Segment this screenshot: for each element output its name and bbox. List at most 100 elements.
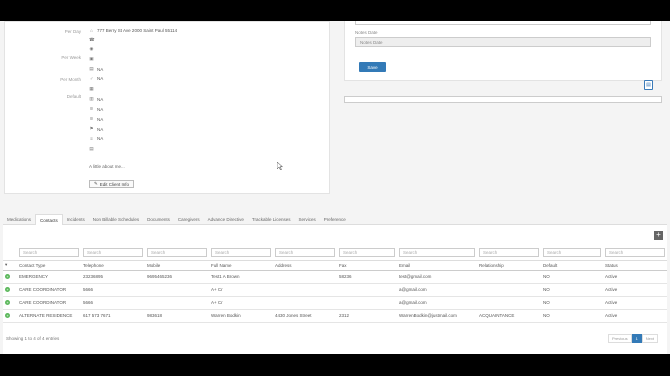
language-icon: ▤	[89, 66, 94, 71]
table-cell: A+ Cr	[209, 283, 273, 297]
table-cell: WarrenBodkin@justmail.com	[397, 309, 477, 323]
col-status[interactable]: Status	[603, 260, 667, 271]
search-email[interactable]: Search	[399, 247, 475, 257]
col-full-name[interactable]: Full Name	[209, 260, 273, 271]
entries-info: Showing 1 to 4 of 4 entries	[6, 336, 60, 341]
code-icon: ≡	[90, 136, 93, 141]
search-contact-type[interactable]: Search	[19, 247, 79, 257]
expand-row-icon[interactable]: +	[5, 287, 10, 292]
col-email[interactable]: Email	[397, 260, 477, 271]
table-row[interactable]: + CARE COORDINATOR 5666 A+ Cr a@gmail.com NO A…	[3, 283, 667, 297]
table-cell: a@gmail.com	[397, 296, 477, 310]
pdf-icon[interactable]: ▤	[644, 80, 653, 90]
table-cell: A+ Cr	[209, 296, 273, 310]
mouse-cursor-icon	[277, 162, 283, 170]
progress-box	[344, 96, 662, 103]
col-default[interactable]: Default	[541, 260, 603, 271]
add-contact-button[interactable]: +	[654, 231, 663, 240]
search-address[interactable]: Search	[275, 247, 335, 257]
gift-row: ▣	[89, 56, 94, 62]
table-row[interactable]: + ALTERNATE RESIDENCE 617 573 7671 983618 Wa…	[3, 309, 667, 323]
table-row[interactable]: + CARE COORDINATOR 5666 A+ Cr a@gmail.com NO A…	[3, 296, 667, 310]
page-1-button[interactable]: 1	[631, 334, 642, 343]
notes-date-label: Notes Date	[355, 30, 378, 35]
search-default[interactable]: Search	[543, 247, 601, 257]
table-cell: a@gmail.com	[397, 283, 477, 297]
notes-textarea[interactable]	[355, 21, 651, 25]
table-cell: test@gmail.com	[397, 270, 477, 284]
table-cell: 2312	[337, 309, 397, 323]
col-address[interactable]: Address	[273, 260, 337, 271]
search-mobile[interactable]: Search	[147, 247, 207, 257]
calendar-icon: ▦	[89, 86, 94, 91]
signal-row: ≋ NA	[89, 116, 104, 122]
save-button[interactable]: Save	[359, 62, 386, 72]
sort-icon: ▾	[3, 260, 17, 271]
id-card-icon: ▥	[89, 96, 94, 101]
table-cell: CARE COORDINATOR	[17, 296, 81, 310]
col-fax[interactable]: Fax	[337, 260, 397, 271]
gender-icon: ♂	[89, 76, 94, 81]
search-fax[interactable]: Search	[339, 247, 395, 257]
search-relationship[interactable]: Search	[479, 247, 539, 257]
edit-icon: ✎	[94, 181, 98, 186]
expand-row-icon[interactable]: +	[5, 300, 10, 305]
contacts-table: Search Search Search Search Search Searc…	[3, 245, 667, 323]
header-row: ▾ Contact Type Telephone Mobile Full Nam…	[3, 260, 667, 271]
tab-services[interactable]: Services	[295, 214, 320, 225]
search-telephone[interactable]: Search	[83, 247, 143, 257]
app-frame: Per Day Per Week Per Month Default ⌂ 777 …	[0, 21, 670, 354]
table-cell	[477, 270, 541, 284]
wifi-icon: ≋	[89, 106, 94, 111]
tab-incidents[interactable]: Incidents	[63, 214, 89, 225]
about-link[interactable]: A little about me...	[89, 164, 125, 169]
tab-contacts[interactable]: Contacts	[35, 214, 63, 225]
table-cell: Test1 A Brown	[209, 270, 273, 284]
badge-row: ▤	[89, 146, 94, 152]
col-relationship[interactable]: Relationship	[477, 260, 541, 271]
label-per-week: Per Week	[61, 55, 81, 60]
label-per-month: Per Month	[60, 77, 81, 82]
home-icon: ⌂	[90, 28, 93, 33]
table-cell: 9695465236	[145, 270, 209, 284]
tab-advance-directive[interactable]: Advance Directive	[204, 214, 248, 225]
table-cell: NO	[541, 296, 603, 310]
notes-date-input[interactable]: Notes Date	[355, 37, 651, 47]
edit-client-info-button[interactable]: ✎ Edit Client Info	[89, 180, 135, 188]
next-page-button[interactable]: Next	[641, 334, 659, 343]
col-mobile[interactable]: Mobile	[145, 260, 209, 271]
prev-page-button[interactable]: Previous	[608, 334, 632, 343]
language-row: ▤ NA	[89, 66, 104, 72]
col-telephone[interactable]: Telephone	[81, 260, 145, 271]
tab-documents[interactable]: Documents	[143, 214, 174, 225]
table-cell	[337, 283, 397, 297]
table-cell: NO	[541, 270, 603, 284]
col-contact-type[interactable]: Contact Type	[17, 260, 81, 271]
table-cell: 23236895	[81, 270, 145, 284]
table-cell	[273, 296, 337, 310]
tab-trackable-licenses[interactable]: Trackable Licenses	[248, 214, 295, 225]
table-cell: NO	[541, 283, 603, 297]
signal-icon: ≋	[89, 116, 94, 121]
table-cell: EMERGENCY	[17, 270, 81, 284]
gift-icon: ▣	[89, 56, 94, 61]
table-cell: 4430 Jones Street	[273, 309, 337, 323]
expand-row-icon[interactable]: +	[5, 313, 10, 318]
tab-medications[interactable]: Medications	[3, 214, 35, 225]
search-status[interactable]: Search	[605, 247, 665, 257]
label-per-day: Per Day	[64, 29, 81, 34]
wifi-row: ≋ NA	[89, 106, 104, 112]
expand-row-icon[interactable]: +	[5, 274, 10, 279]
tab-preference[interactable]: Preference	[320, 214, 350, 225]
label-default: Default	[66, 94, 81, 99]
search-full-name[interactable]: Search	[211, 247, 271, 257]
tab-caregivers[interactable]: Caregivers	[174, 214, 204, 225]
table-cell: Active	[603, 283, 667, 297]
tab-non-billable-schedules[interactable]: Non Billable Schedules	[89, 214, 143, 225]
notes-card: Notes Date Notes Date Save	[344, 21, 662, 81]
table-cell: Active	[603, 309, 667, 323]
table-row[interactable]: + EMERGENCY 23236895 9695465236 Test1 A Brow…	[3, 270, 667, 284]
address-row: ⌂ 777 Berry St Ave 2000 Saint Paul 55114	[90, 28, 178, 33]
table-cell: 5666	[81, 283, 145, 297]
table-cell: Active	[603, 296, 667, 310]
